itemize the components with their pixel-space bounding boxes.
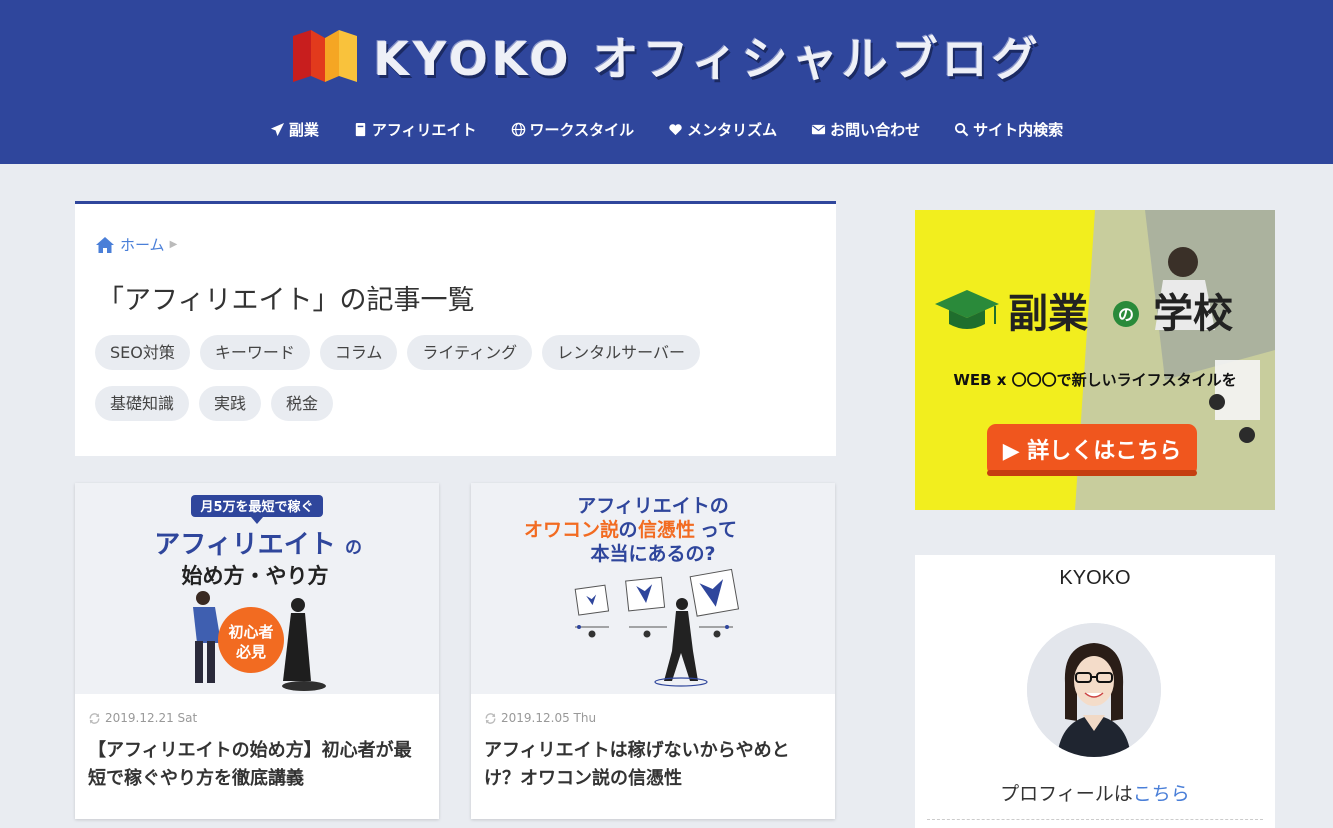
profile-widget: KYOKO プロフィールはこちら [915, 555, 1275, 828]
ad-title: 副業 [1008, 291, 1088, 337]
tag-column[interactable]: コラム [319, 335, 398, 370]
ad-banner-artwork: 副業 の 学校 WEB x 〇〇〇で新しいライフスタイルを ▶ 詳しくはこちら [915, 210, 1275, 510]
heart-icon [669, 123, 682, 135]
profile-link-prefix: プロフィールは [1000, 783, 1133, 805]
nav-item-mentalism[interactable]: メンタリズム [668, 112, 777, 146]
article-title[interactable]: アフィリエイトは稼げないからやめとけ？オワコン説の信憑性 [484, 737, 824, 793]
nav-item-contact[interactable]: お問い合わせ [811, 112, 920, 146]
thumb-subheadline: 始め方・やり方 [182, 564, 329, 588]
thumb-headline-suffix: の [345, 538, 362, 558]
ad-cta-button: ▶ 詳しくはこちら [1003, 438, 1182, 464]
breadcrumb-home-label: ホーム [120, 236, 165, 254]
global-nav: 副業 アフィリエイト ワークスタイル メンタリズム お問い合わせ サイト内検索 [0, 112, 1333, 146]
article-date-text: 2019.12.21 Sat [105, 711, 198, 725]
tag-writing[interactable]: ライティング [407, 335, 533, 370]
ad-title: の [1118, 305, 1134, 324]
chevron-right-icon: ▶ [169, 239, 178, 250]
thumb-circle-text: 初心者 [228, 623, 273, 641]
divider [927, 819, 1263, 820]
tag-seo[interactable]: SEO対策 [95, 335, 190, 370]
book-logo-icon [293, 30, 358, 82]
nav-item-label: アフィリエイト [371, 120, 477, 139]
nav-item-label: お問い合わせ [830, 120, 921, 139]
thumb-badge: 月5万を最短で稼ぐ [199, 499, 313, 515]
tag-practice[interactable]: 実践 [199, 386, 262, 421]
nav-item-label: サイト内検索 [973, 120, 1064, 139]
breadcrumb-home-link[interactable]: ホーム [95, 234, 165, 255]
paper-plane-icon [270, 122, 284, 136]
nav-item-label: 副業 [288, 120, 319, 139]
archive-header: ホーム ▶ 「アフィリエイト」の記事一覧 SEO対策 キーワード コラム ライテ… [75, 201, 836, 456]
thumb-line: 信憑性 [638, 518, 695, 541]
article-thumbnail: アフィリエイトの オワコン説 の 信憑性 って 本当にあるの? [471, 483, 835, 694]
article-date: 2019.12.05 Thu [484, 711, 596, 725]
profile-link-row: プロフィールはこちら [915, 779, 1275, 806]
nav-item-label: ワークスタイル [529, 120, 635, 139]
thumb-headline: アフィリエイト [154, 530, 335, 560]
envelope-icon [812, 124, 826, 134]
refresh-icon [485, 712, 496, 724]
profile-name: KYOKO [1059, 567, 1131, 589]
avatar [1027, 623, 1161, 757]
avatar-portrait [1027, 623, 1161, 757]
tag-rental-server[interactable]: レンタルサーバー [542, 335, 700, 370]
globe-icon [511, 122, 525, 136]
nav-item-workstyle[interactable]: ワークスタイル [511, 112, 635, 146]
thumb-line: 本当にあるの? [590, 542, 715, 565]
thumb-line: の [618, 519, 637, 541]
site-logo[interactable]: KYOKO オフィシャルブログ [0, 26, 1333, 86]
ad-title: 学校 [1153, 291, 1233, 337]
thumbnail-illustration: アフィリエイトの オワコン説 の 信憑性 って 本当にあるの? [471, 483, 835, 694]
nav-item-label: メンタリズム [687, 120, 778, 139]
nav-item-side-business[interactable]: 副業 [270, 112, 319, 146]
nav-item-site-search[interactable]: サイト内検索 [954, 112, 1063, 146]
book-icon [355, 122, 366, 136]
site-title: KYOKO オフィシャルブログ [373, 32, 1042, 86]
breadcrumb: ホーム ▶ [95, 234, 177, 255]
article-card[interactable]: 月5万を最短で稼ぐ アフィリエイト の 始め方・やり方 初心者 必見 2019.… [75, 483, 439, 819]
thumb-line: オワコン説 [524, 518, 619, 541]
tag-tax[interactable]: 税金 [271, 386, 334, 421]
home-icon [96, 236, 114, 253]
thumbnail-illustration: 月5万を最短で稼ぐ アフィリエイト の 始め方・やり方 初心者 必見 [75, 483, 439, 694]
profile-link[interactable]: こちら [1133, 783, 1190, 805]
tag-list: SEO対策 キーワード コラム ライティング レンタルサーバー 基礎知識 実践 … [95, 335, 795, 421]
tag-keyword[interactable]: キーワード [199, 335, 310, 370]
nav-item-affiliate[interactable]: アフィリエイト [353, 112, 477, 146]
sidebar-ad-banner[interactable]: 副業 の 学校 WEB x 〇〇〇で新しいライフスタイルを ▶ 詳しくはこちら [915, 210, 1275, 510]
page-title: 「アフィリエイト」の記事一覧 [97, 285, 475, 316]
search-icon [955, 122, 969, 136]
thumb-circle-text: 必見 [235, 643, 266, 661]
thumb-line: って [700, 519, 737, 541]
article-title[interactable]: 【アフィリエイトの始め方】初心者が最短で稼ぐやり方を徹底講義 [88, 737, 428, 793]
ad-subtitle: WEB x 〇〇〇で新しいライフスタイルを [953, 371, 1236, 389]
thumb-line: アフィリエイトの [577, 495, 729, 517]
article-date: 2019.12.21 Sat [88, 711, 197, 725]
article-card[interactable]: アフィリエイトの オワコン説 の 信憑性 って 本当にあるの? 2019.12.… [471, 483, 835, 819]
article-date-text: 2019.12.05 Thu [501, 711, 597, 725]
article-thumbnail: 月5万を最短で稼ぐ アフィリエイト の 始め方・やり方 初心者 必見 [75, 483, 439, 694]
tag-basics[interactable]: 基礎知識 [95, 386, 190, 421]
refresh-icon [89, 712, 100, 724]
site-header: KYOKO オフィシャルブログ 副業 アフィリエイト ワークスタイル メンタリズ… [0, 0, 1333, 164]
